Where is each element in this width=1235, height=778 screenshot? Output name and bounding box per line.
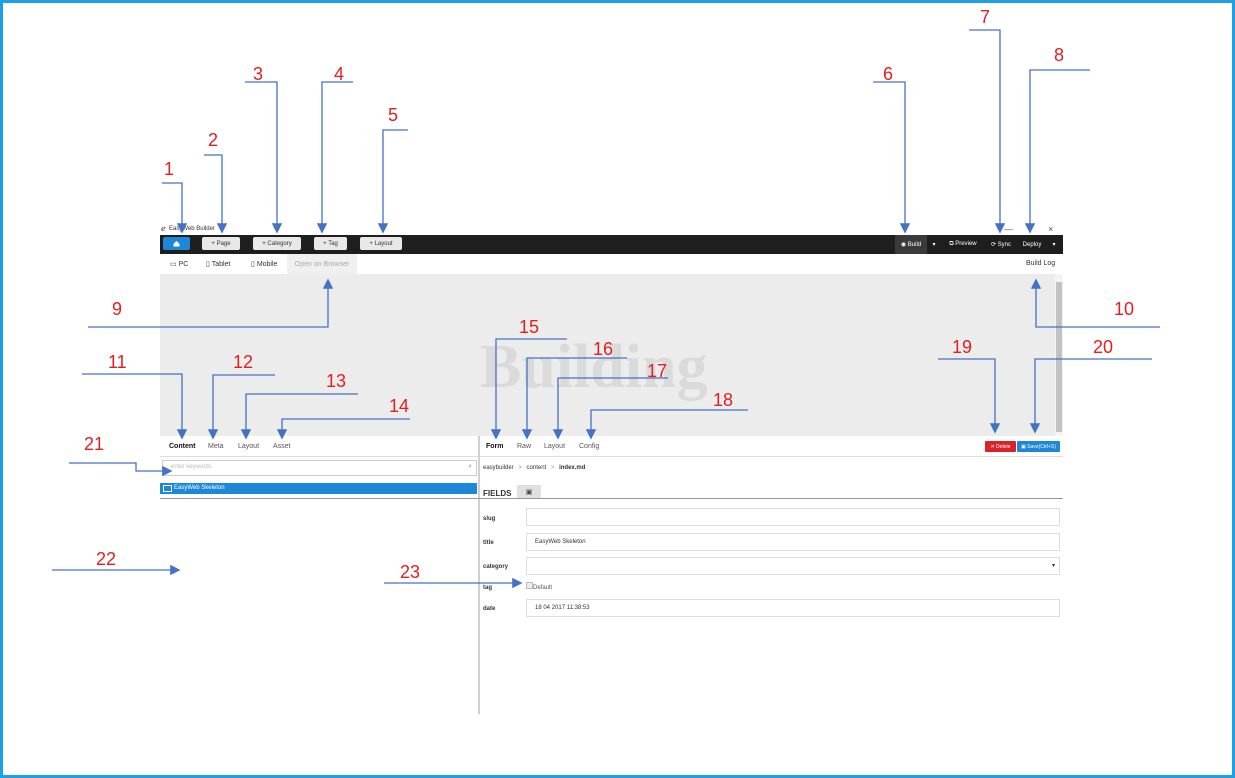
build-log-button[interactable]: Build Log: [1026, 260, 1055, 267]
tree-item-label: EasyWeb Skeleton: [174, 485, 225, 491]
sync-button[interactable]: ⟳ Sync: [986, 235, 1016, 254]
tab-pc-label: PC: [178, 261, 189, 268]
tab-raw[interactable]: Raw: [517, 443, 531, 450]
add-category-button[interactable]: + Category: [253, 237, 301, 250]
preview-button[interactable]: ⧉ Preview: [943, 235, 983, 254]
edit-icon: ▣: [525, 489, 533, 496]
tab-config[interactable]: Config: [579, 443, 599, 450]
breadcrumb-content[interactable]: content: [527, 465, 547, 471]
date-input[interactable]: 18 04 2017 11:38:53: [526, 599, 1060, 617]
title-value: EasyWeb Skeleton: [535, 539, 586, 545]
search-placeholder: enter keywords: [171, 464, 212, 470]
search-icon: ⌕: [468, 463, 472, 470]
tab-tablet[interactable]: ▯ Tablet: [206, 260, 230, 268]
app-logo-icon: ℯ: [161, 224, 166, 233]
tab-layout-left[interactable]: Layout: [238, 443, 259, 450]
app-window: ℯ EasyWeb Builder — × + Page + Category …: [160, 222, 1063, 714]
add-page-button[interactable]: + Page: [202, 237, 240, 250]
tab-pc[interactable]: ▭ PC: [170, 260, 188, 268]
tab-content[interactable]: Content: [169, 443, 195, 450]
fields-title: FIELDS: [483, 489, 512, 498]
slug-label: slug: [483, 516, 496, 522]
tab-meta[interactable]: Meta: [208, 443, 224, 450]
delete-button[interactable]: ✕ Delete: [985, 441, 1016, 452]
date-value: 18 04 2017 11:38:53: [535, 605, 590, 611]
slug-input[interactable]: [526, 508, 1060, 526]
tab-tablet-label: Tablet: [211, 261, 231, 268]
build-dropdown-button[interactable]: ▾: [928, 235, 940, 254]
tab-mobile[interactable]: ▯ Mobile: [251, 260, 277, 268]
close-button[interactable]: ×: [1048, 224, 1053, 234]
breadcrumb-separator: >: [518, 465, 522, 471]
tree-item[interactable]: EasyWeb Skeleton: [160, 483, 477, 494]
folder-icon: [163, 485, 172, 492]
add-layout-button[interactable]: + Layout: [360, 237, 402, 250]
breadcrumb-root[interactable]: easybuilder: [483, 465, 514, 471]
main-toolbar: + Page + Category + Tag + Layout ◉ Build…: [160, 235, 1063, 254]
right-pane: Form Raw Layout Config ✕ Delete ▣ Save(C…: [480, 436, 1063, 714]
tablet-icon: ▯: [206, 261, 210, 268]
monitor-icon: ▭: [170, 261, 177, 268]
date-label: date: [483, 606, 496, 612]
deploy-dropdown-button[interactable]: ▾: [1048, 235, 1060, 254]
title-input[interactable]: EasyWeb Skeleton: [526, 533, 1060, 551]
add-tag-button[interactable]: + Tag: [314, 237, 347, 250]
window-title: EasyWeb Builder: [169, 226, 215, 232]
left-tabs: Content Meta Layout Asset: [160, 436, 478, 457]
building-watermark: Building: [480, 333, 708, 401]
open-on-browser-button[interactable]: Open on Browser: [287, 254, 357, 274]
left-pane: Content Meta Layout Asset enter keywords…: [160, 436, 480, 714]
save-button[interactable]: ▣ Save(Ctrl+S): [1017, 441, 1060, 452]
breadcrumb-separator: >: [550, 465, 555, 471]
title-label: title: [483, 540, 494, 546]
tab-layout-right[interactable]: Layout: [544, 443, 565, 450]
category-select[interactable]: ▾: [526, 557, 1060, 575]
preview-area: Building: [160, 274, 1055, 436]
breadcrumb: easybuilder > content > index.md: [483, 465, 585, 471]
title-bar: ℯ EasyWeb Builder — ×: [160, 222, 1063, 235]
mobile-icon: ▯: [251, 261, 255, 268]
scrollbar-thumb[interactable]: [1056, 282, 1062, 432]
home-icon: [173, 241, 180, 247]
minimize-button[interactable]: —: [1004, 224, 1013, 234]
chevron-down-icon: ▾: [1051, 563, 1055, 569]
tag-option-label: Default: [533, 585, 553, 591]
fields-edit-button[interactable]: ▣: [517, 485, 541, 499]
device-bar: ▭ PC ▯ Tablet ▯ Mobile Open on Browser B…: [160, 254, 1063, 275]
tag-checkbox[interactable]: [526, 582, 533, 589]
bottom-border: [160, 498, 1063, 499]
right-tabs: Form Raw Layout Config ✕ Delete ▣ Save(C…: [480, 436, 1063, 457]
category-label: category: [483, 564, 509, 570]
tab-asset[interactable]: Asset: [273, 443, 291, 450]
deploy-button[interactable]: Deploy: [1018, 235, 1046, 254]
preview-scrollbar[interactable]: [1055, 274, 1063, 436]
breadcrumb-current: index.md: [559, 465, 586, 471]
search-input[interactable]: enter keywords ⌕: [162, 460, 477, 476]
home-button[interactable]: [163, 237, 190, 250]
tag-label: tag: [483, 585, 492, 591]
tab-form[interactable]: Form: [486, 443, 504, 450]
build-button[interactable]: ◉ Build: [895, 235, 927, 254]
tab-mobile-label: Mobile: [256, 261, 278, 268]
